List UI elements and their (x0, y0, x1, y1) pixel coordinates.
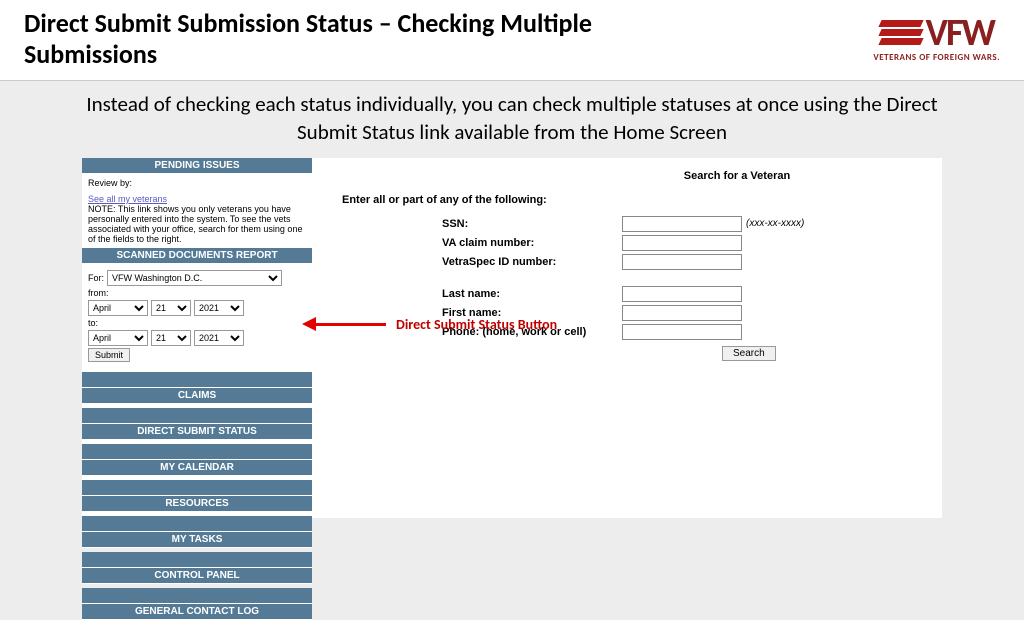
see-all-veterans-link[interactable]: See all my veterans (88, 194, 167, 204)
ssn-label: SSN: (342, 218, 622, 230)
to-day-select[interactable]: 21 (151, 330, 191, 346)
main-panel: Search for a Veteran Enter all or part o… (312, 158, 942, 518)
sidebar-hdr-pending[interactable]: PENDING ISSUES (82, 158, 312, 174)
callout-arrow: Direct Submit Status Button (302, 316, 557, 333)
slide-title: Direct Submit Submission Status – Checki… (24, 8, 664, 70)
vetraspec-input[interactable] (622, 254, 742, 270)
for-label: For: (88, 273, 104, 283)
slide-subtitle: Instead of checking each status individu… (0, 81, 1024, 158)
search-title: Search for a Veteran (542, 170, 932, 182)
to-month-select[interactable]: April (88, 330, 148, 346)
vfw-logo: VFW VETERANS OF FOREIGN WARS. (873, 16, 1000, 63)
search-button[interactable]: Search (722, 346, 776, 361)
submit-report-button[interactable] (88, 348, 130, 362)
sidebar-nav-my-tasks[interactable]: MY TASKS (82, 532, 312, 548)
from-day-select[interactable]: 21 (151, 300, 191, 316)
sidebar-nav-general-contact-log[interactable]: GENERAL CONTACT LOG (82, 604, 312, 620)
from-year-select[interactable]: 2021 (194, 300, 244, 316)
sidebar: PENDING ISSUES Review by: See all my vet… (82, 158, 312, 518)
review-by-label: Review by: (88, 178, 306, 188)
from-label: from: (88, 288, 109, 298)
last-name-input[interactable] (622, 286, 742, 302)
app-screenshot: PENDING ISSUES Review by: See all my vet… (82, 158, 942, 518)
org-select[interactable]: VFW Washington D.C. (107, 270, 282, 286)
sidebar-divider-bar (82, 408, 312, 424)
vetraspec-label: VetraSpec ID number: (342, 256, 622, 268)
arrow-head-icon (302, 317, 316, 331)
sidebar-note: NOTE: This link shows you only veterans … (88, 204, 306, 244)
search-prompt: Enter all or part of any of the followin… (342, 194, 932, 206)
slide-header: Direct Submit Submission Status – Checki… (0, 0, 1024, 81)
vfw-stripes-icon (880, 20, 922, 45)
sidebar-hdr-scanned[interactable]: SCANNED DOCUMENTS REPORT (82, 248, 312, 264)
sidebar-divider-bar (82, 480, 312, 496)
va-claim-input[interactable] (622, 235, 742, 251)
last-name-label: Last name: (342, 288, 622, 300)
sidebar-divider-bar (82, 372, 312, 388)
callout-text: Direct Submit Status Button (396, 316, 557, 333)
sidebar-divider-bar (82, 588, 312, 604)
first-name-input[interactable] (622, 305, 742, 321)
sidebar-divider-bar (82, 516, 312, 532)
vfw-logo-letters: VFW (926, 16, 994, 50)
to-label: to: (88, 318, 98, 328)
sidebar-divider-bar (82, 444, 312, 460)
sidebar-nav-direct-submit-status[interactable]: DIRECT SUBMIT STATUS (82, 424, 312, 440)
to-year-select[interactable]: 2021 (194, 330, 244, 346)
va-claim-label: VA claim number: (342, 237, 622, 249)
arrow-line-icon (316, 323, 386, 326)
phone-input[interactable] (622, 324, 742, 340)
from-month-select[interactable]: April (88, 300, 148, 316)
sidebar-nav-my-calendar[interactable]: MY CALENDAR (82, 460, 312, 476)
ssn-hint: (xxx-xx-xxxx) (746, 218, 804, 229)
sidebar-nav-resources[interactable]: RESOURCES (82, 496, 312, 512)
vfw-logo-subtitle: VETERANS OF FOREIGN WARS. (873, 52, 1000, 63)
sidebar-nav-claims[interactable]: CLAIMS (82, 388, 312, 404)
sidebar-divider-bar (82, 552, 312, 568)
ssn-input[interactable] (622, 216, 742, 232)
